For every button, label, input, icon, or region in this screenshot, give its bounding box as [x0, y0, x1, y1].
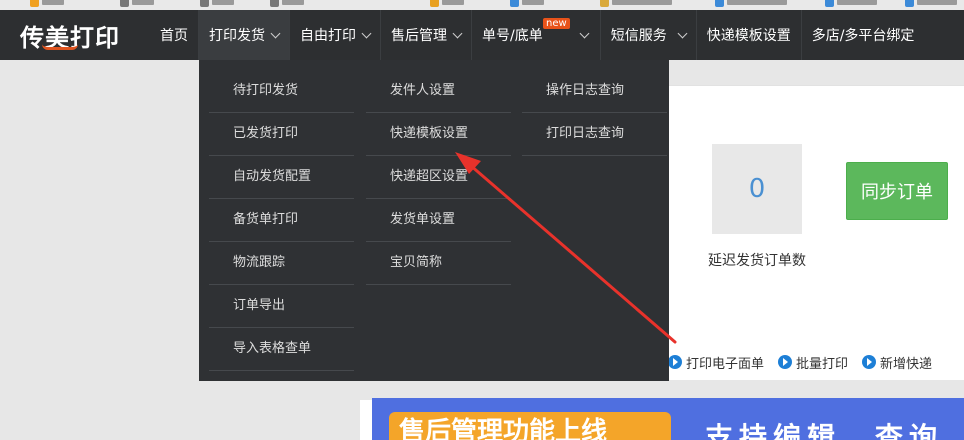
chevron-down-icon	[579, 28, 590, 38]
play-circle-icon	[668, 355, 682, 369]
bookmark-icon	[30, 0, 39, 7]
chevron-down-icon	[452, 28, 463, 38]
menu-item-operation-log[interactable]: 操作日志查询	[522, 70, 667, 113]
nav-label: 打印发货	[209, 28, 265, 44]
bookmark-item[interactable]	[200, 0, 234, 7]
menu-item-auto-ship-config[interactable]: 自动发货配置	[209, 156, 354, 199]
quick-link-label: 打印电子面单	[686, 356, 765, 372]
bookmark-item[interactable]	[30, 0, 64, 7]
menu-item-item-shortname[interactable]: 宝贝简称	[366, 242, 511, 285]
nav-sms-service[interactable]: 短信服务	[601, 10, 697, 60]
dropdown-column: 待打印发货 已发货打印 自动发货配置 备货单打印 物流跟踪 订单导出 导入表格查…	[209, 70, 354, 371]
bookmark-icon	[120, 0, 129, 7]
chevron-down-icon	[361, 28, 372, 38]
menu-item-logistics-tracking[interactable]: 物流跟踪	[209, 242, 354, 285]
dropdown-column: 发件人设置 快递模板设置 快递超区设置 发货单设置 宝贝简称	[366, 70, 511, 285]
page-gray-band-bottom	[360, 380, 964, 400]
logo-swoosh	[42, 44, 78, 50]
bookmark-icon	[200, 0, 209, 7]
menu-item-sender-settings[interactable]: 发件人设置	[366, 70, 511, 113]
bookmark-item[interactable]	[825, 0, 877, 7]
quick-link-label: 批量打印	[796, 356, 849, 372]
quick-links: 打印电子面单 批量打印 新增快递	[668, 352, 946, 372]
sync-orders-button[interactable]: 同步订单	[846, 162, 948, 220]
promo-banner[interactable]: 售后管理功能上线 支持编辑、查询	[372, 398, 964, 440]
quick-link-batch-print[interactable]: 批量打印	[778, 353, 848, 372]
bookmark-icon	[905, 0, 914, 7]
bookmark-item[interactable]	[120, 0, 154, 7]
nav-express-template[interactable]: 快递模板设置	[697, 10, 802, 60]
play-circle-icon	[778, 355, 793, 369]
bookmark-item[interactable]	[600, 0, 672, 7]
banner-text: 支持编辑、查询	[705, 421, 944, 440]
menu-item-picking-list-print[interactable]: 备货单打印	[209, 199, 354, 242]
nav-label: 短信服务	[610, 28, 667, 44]
delayed-orders-count[interactable]: 0	[712, 144, 802, 234]
menu-item-express-out-of-range[interactable]: 快递超区设置	[366, 156, 511, 199]
menu-item-print-log[interactable]: 打印日志查询	[522, 113, 667, 156]
menu-item-order-export[interactable]: 订单导出	[209, 285, 354, 328]
logo[interactable]: 传美打印	[20, 18, 120, 52]
bookmark-icon	[600, 0, 609, 7]
bookmark-icon	[715, 0, 724, 7]
menu-item-import-spreadsheet[interactable]: 导入表格查单	[209, 328, 354, 371]
nav-multi-store[interactable]: 多店/多平台绑定	[802, 10, 925, 60]
nav-home[interactable]: 首页	[150, 10, 199, 60]
quick-link-label: 新增快递	[880, 356, 933, 372]
menu-item-pending-print[interactable]: 待打印发货	[209, 70, 354, 113]
menu-item-invoice-settings[interactable]: 发货单设置	[366, 199, 511, 242]
bookmark-item[interactable]	[270, 0, 304, 7]
nav-label: 快递模板设置	[706, 28, 791, 44]
browser-bookmark-bar	[0, 0, 964, 10]
nav-label: 多店/多平台绑定	[811, 28, 915, 44]
main-nav: 首页 打印发货 自由打印 售后管理 单号/底单 new 短信服务 快递模板设置 …	[150, 10, 924, 60]
bookmark-item[interactable]	[715, 0, 787, 7]
play-circle-icon	[862, 355, 877, 369]
nav-label: 单号/底单	[482, 28, 543, 44]
bookmark-icon	[430, 0, 439, 7]
nav-label: 售后管理	[391, 28, 447, 44]
print-ship-dropdown: 待打印发货 已发货打印 自动发货配置 备货单打印 物流跟踪 订单导出 导入表格查…	[199, 60, 669, 381]
dropdown-column: 操作日志查询 打印日志查询	[522, 70, 667, 156]
bookmark-item[interactable]	[905, 0, 957, 7]
menu-item-express-template[interactable]: 快递模板设置	[366, 113, 511, 156]
nav-tracking-numbers[interactable]: 单号/底单 new	[472, 10, 601, 60]
quick-link-add-express[interactable]: 新增快递	[862, 353, 932, 372]
bookmark-icon	[270, 0, 279, 7]
top-header: 传美打印 首页 打印发货 自由打印 售后管理 单号/底单 new 短信服务 快递…	[0, 10, 964, 60]
delayed-orders-label: 延迟发货订单数	[708, 253, 806, 269]
bookmark-icon	[510, 0, 519, 7]
bookmark-item[interactable]	[510, 0, 544, 7]
banner-tag: 售后管理功能上线	[389, 412, 671, 440]
chevron-down-icon	[677, 28, 688, 38]
nav-label: 首页	[160, 28, 188, 44]
chevron-down-icon	[270, 28, 281, 38]
nav-after-sales[interactable]: 售后管理	[381, 10, 472, 60]
quick-link-print-e-waybill[interactable]: 打印电子面单	[668, 353, 764, 372]
menu-item-shipped-print[interactable]: 已发货打印	[209, 113, 354, 156]
nav-free-print[interactable]: 自由打印	[290, 10, 381, 60]
nav-print-ship[interactable]: 打印发货	[199, 10, 290, 60]
bookmark-icon	[825, 0, 834, 7]
nav-label: 自由打印	[300, 28, 356, 44]
bookmark-item[interactable]	[430, 0, 464, 7]
new-badge: new	[543, 18, 570, 29]
